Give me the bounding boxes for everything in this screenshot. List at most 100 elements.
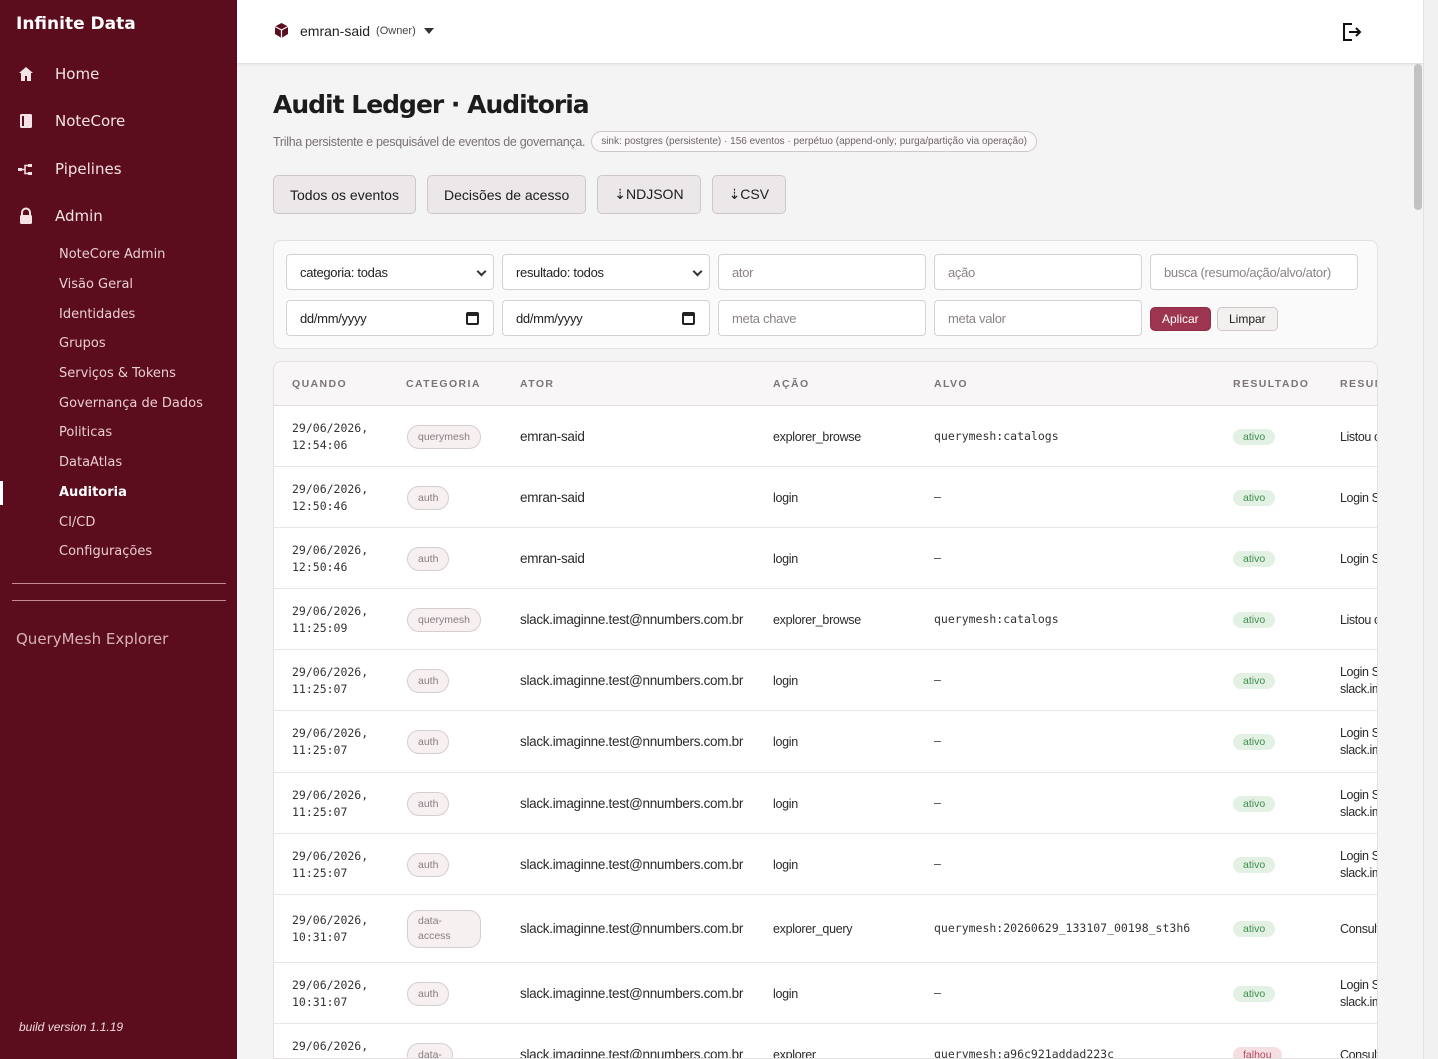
column-header-summary[interactable]: RESUM (1340, 378, 1377, 390)
nav-notecore[interactable]: NoteCore (0, 98, 237, 146)
result-badge: ativo (1233, 856, 1276, 873)
table-row[interactable]: 29/06/2026, 11:25:07 auth slack.imaginne.t… (274, 711, 1377, 773)
table-row[interactable]: 29/06/2026, 12:50:46 auth emran-said login –… (274, 467, 1377, 528)
column-header-category[interactable]: CATEGORIA (406, 378, 481, 390)
topbar: emran-said (Owner) (237, 0, 1423, 64)
table-row[interactable]: 29/06/2026, 12:50:46 auth emran-said login –… (274, 528, 1377, 589)
sidebar-item-notecore-admin[interactable]: NoteCore Admin (0, 240, 237, 270)
cell-summary: Listou c (1340, 612, 1378, 627)
column-header-when[interactable]: QUANDO (292, 378, 347, 390)
logout-icon[interactable] (1339, 20, 1363, 44)
category-badge: data- access (407, 910, 481, 948)
sidebar-item-politicas[interactable]: Politicas (0, 418, 237, 448)
nav-home[interactable]: Home (0, 50, 237, 98)
calendar-icon[interactable] (466, 312, 479, 325)
cell-target: – (934, 489, 941, 504)
chevron-down-icon (423, 27, 434, 34)
page-title: Audit Ledger · Auditoria (273, 90, 590, 119)
lock-icon (20, 207, 32, 225)
apply-button[interactable]: Aplicar (1150, 307, 1211, 331)
category-badge: data- (407, 1042, 453, 1058)
sidebar-item-governanca[interactable]: Governança de Dados (0, 388, 237, 418)
cell-when: 29/06/2026, 10:31:07 (292, 913, 369, 944)
clear-button[interactable]: Limpar (1217, 307, 1278, 331)
sidebar-item-visao-geral[interactable]: Visão Geral (0, 270, 237, 300)
querymesh-explorer-link[interactable]: QueryMesh Explorer (16, 630, 168, 648)
meta-value-input[interactable]: meta valor (934, 300, 1142, 336)
table-row[interactable]: 29/06/2026, 11:25:07 auth slack.imaginne.t… (274, 650, 1378, 711)
result-badge: ativo (1233, 985, 1276, 1002)
sidebar-item-configuracoes[interactable]: Configurações (0, 537, 237, 567)
category-select[interactable]: categoria: todas (286, 254, 494, 290)
cell-actor: emran-said (520, 428, 585, 444)
audit-table: QUANDO CATEGORIA ATOR AÇÃO ALVO RESULTAD… (273, 361, 1378, 1059)
date-from-input[interactable]: dd/mm/yyyy (286, 300, 494, 336)
cell-actor: slack.imaginne.test@nnumbers.com.br (520, 985, 744, 1001)
cell-summary: Consult (1340, 1047, 1378, 1059)
tenant-selector[interactable]: emran-said (Owner) (273, 22, 434, 39)
book-icon (20, 114, 32, 129)
cell-target: – (934, 856, 941, 871)
cell-actor: emran-said (520, 550, 585, 566)
access-decisions-button[interactable]: Decisões de acesso (426, 175, 587, 214)
table-row[interactable]: 29/06/2026, 11:25:09 querymesh slack.imagi… (274, 589, 1378, 650)
column-header-actor[interactable]: ATOR (520, 378, 554, 390)
table-row[interactable]: 29/06/2026, data-slack.imaginne.test@nnum… (274, 1024, 1378, 1059)
cell-summary: Login S slack.im (1340, 787, 1378, 819)
action-input[interactable]: ação (934, 254, 1142, 290)
cell-actor: slack.imaginne.test@nnumbers.com.br (520, 795, 744, 811)
cell-summary: Consult (1340, 922, 1378, 936)
cell-actor: slack.imaginne.test@nnumbers.com.br (520, 921, 744, 936)
cell-actor: slack.imaginne.test@nnumbers.com.br (520, 856, 744, 872)
sidebar-item-auditoria[interactable]: Auditoria (0, 478, 237, 508)
page-scrollbar-thumb[interactable] (1414, 64, 1422, 210)
column-header-action[interactable]: AÇÃO (773, 378, 810, 390)
cell-actor: emran-said (520, 489, 585, 505)
sidebar-item-identidades[interactable]: Identidades (0, 299, 237, 329)
cell-when: 29/06/2026, 11:25:07 (292, 726, 369, 757)
result-badge: ativo (1233, 795, 1276, 812)
table-row[interactable]: 29/06/2026, 10:31:07 auth slack.imaginne.t… (274, 963, 1378, 1024)
nav-admin-label: Admin (55, 207, 103, 226)
sidebar-item-dataatlas[interactable]: DataAtlas (0, 448, 237, 478)
tenant-name: emran-said (300, 22, 371, 39)
sidebar-item-cicd[interactable]: CI/CD (0, 507, 237, 537)
meta-key-input[interactable]: meta chave (718, 300, 926, 336)
table-row[interactable]: 29/06/2026, 12:54:06 querymesh emran-said e… (274, 406, 1377, 467)
nav-notecore-label: NoteCore (55, 112, 126, 131)
page-scrollbar[interactable] (1423, 0, 1438, 1059)
cell-action: login (773, 857, 798, 872)
cube-icon (274, 23, 289, 38)
result-badge: ativo (1233, 672, 1276, 689)
category-badge: auth (407, 791, 450, 816)
export-csv-button[interactable]: ⇣CSV (711, 175, 787, 214)
category-badge: auth (407, 730, 450, 754)
calendar-icon[interactable] (682, 312, 695, 325)
search-input[interactable]: busca (resumo/ação/alvo/ator) (1150, 254, 1358, 290)
cell-when: 29/06/2026, 11:25:09 (292, 603, 369, 635)
cell-when: 29/06/2026, 10:31:07 (292, 977, 369, 1009)
brand-logo[interactable]: Infinite Data (16, 14, 136, 34)
category-badge: auth (407, 668, 450, 693)
all-events-button[interactable]: Todos os eventos (273, 175, 416, 214)
result-badge: ativo (1233, 550, 1276, 567)
table-row[interactable]: 29/06/2026, 10:31:07 data- access slack.im… (274, 895, 1378, 963)
nav-admin[interactable]: Admin (0, 193, 237, 241)
cell-action: explorer_browse (773, 429, 861, 444)
sidebar-item-servicos-tokens[interactable]: Serviços & Tokens (0, 359, 237, 389)
cell-summary: Login S slack.im (1340, 664, 1378, 696)
actor-input[interactable]: ator (718, 254, 926, 290)
cell-target: – (934, 985, 941, 1000)
column-header-target[interactable]: ALVO (934, 378, 968, 390)
table-row[interactable]: 29/06/2026, 11:25:07 auth slack.imaginne.t… (274, 773, 1378, 834)
export-ndjson-button[interactable]: ⇣NDJSON (597, 175, 701, 214)
category-badge: auth (407, 485, 450, 510)
cell-action: login (773, 796, 798, 811)
column-header-result[interactable]: RESULTADO (1233, 378, 1309, 390)
cell-summary: Login S slack.im (1340, 977, 1378, 1009)
sidebar-item-grupos[interactable]: Grupos (0, 329, 237, 359)
nav-pipelines[interactable]: Pipelines (0, 145, 237, 193)
table-row[interactable]: 29/06/2026, 11:25:07 auth slack.imaginne.t… (274, 834, 1377, 895)
date-to-input[interactable]: dd/mm/yyyy (502, 300, 710, 336)
result-select[interactable]: resultado: todos (502, 254, 710, 290)
